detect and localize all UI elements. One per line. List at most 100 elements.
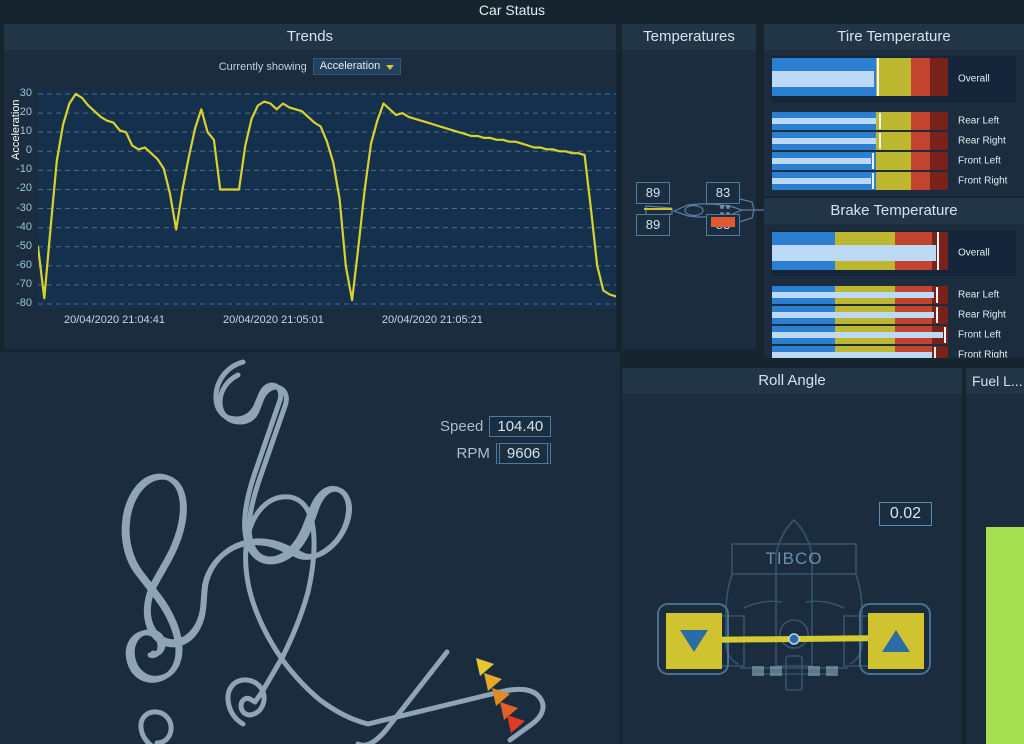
y-tick-label: -70 — [0, 278, 32, 290]
roll-angle-indicator — [644, 588, 944, 698]
measure-bar — [772, 71, 874, 87]
measure-bar — [772, 332, 943, 338]
bullet-row: Overall — [772, 230, 1016, 276]
band-segment — [876, 172, 911, 190]
band-segment — [911, 152, 930, 170]
fuel-level-body — [966, 394, 1024, 744]
brake-temperature-panel: Brake Temperature Overall Rear Left Rear R… — [764, 198, 1024, 358]
chart-plot-area — [38, 90, 616, 308]
brake-temperature-title: Brake Temperature — [764, 198, 1024, 224]
trends-controls: Currently showing Acceleration — [4, 58, 616, 75]
track-map-panel[interactable]: Speed 104.40 RPM 9606 — [0, 352, 620, 744]
target-marker — [944, 327, 946, 343]
temperature-value: 89 — [646, 217, 660, 232]
y-tick-label: -60 — [0, 259, 32, 271]
temperatures-title: Temperatures — [622, 24, 756, 50]
measure-bar — [772, 158, 871, 164]
y-tick-label: -20 — [0, 182, 32, 194]
trends-body: Currently showing Acceleration Accelerat… — [4, 50, 616, 350]
temperature-readout-front-right: 83 — [706, 182, 740, 204]
speed-label: Speed — [440, 418, 483, 435]
tire-temperature-body: Overall Rear Left Rear Right Front Left Fron… — [764, 50, 1024, 196]
x-tick-label: 20/04/2020 21:05:01 — [223, 314, 324, 326]
temperature-value: 83 — [716, 185, 730, 200]
metric-dropdown[interactable]: Acceleration — [313, 58, 402, 75]
bullet-row: Front Left — [772, 152, 1016, 170]
y-tick-label: 10 — [0, 125, 32, 137]
bullet-row: Rear Right — [772, 132, 1016, 150]
bullet-label: Rear Right — [958, 136, 1006, 147]
rpm-value: 9606 — [496, 443, 551, 464]
trends-chart[interactable]: Acceleration 3020100-10-20-30-40-50-60-7… — [38, 90, 616, 340]
bullet-label: Rear Left — [958, 116, 999, 127]
trends-title: Trends — [4, 24, 616, 50]
band-segment — [911, 172, 930, 190]
measure-bar — [772, 118, 876, 124]
page-title: Car Status — [0, 0, 1024, 22]
temperature-alert-overlay — [711, 217, 735, 227]
bullet-row: Front Right — [772, 172, 1016, 190]
bullet-row: Rear Left — [772, 286, 1016, 304]
y-tick-label: 30 — [0, 87, 32, 99]
bullet-row: Overall — [772, 56, 1016, 102]
y-tick-label: -10 — [0, 163, 32, 175]
temperature-readout-front-left: 89 — [636, 182, 670, 204]
target-marker — [872, 153, 874, 169]
speed-rpm-readouts: Speed 104.40 RPM 9606 — [440, 416, 551, 470]
target-marker — [879, 133, 881, 149]
bullet-label: Front Right — [958, 350, 1007, 359]
x-tick-label: 20/04/2020 21:04:41 — [64, 314, 165, 326]
bullet-label: Overall — [958, 248, 990, 259]
car-position-arrows-icon — [440, 640, 560, 744]
bullet-label: Front Right — [958, 176, 1007, 187]
y-tick-label: 20 — [0, 106, 32, 118]
y-tick-label: -30 — [0, 202, 32, 214]
band-segment — [930, 152, 948, 170]
target-marker — [877, 58, 879, 96]
target-marker — [879, 113, 881, 129]
bullet-label: Front Left — [958, 330, 1001, 341]
target-marker — [937, 232, 939, 270]
target-marker — [872, 173, 874, 189]
chevron-down-icon — [386, 65, 394, 70]
temperature-readout-rear-left: 89 — [636, 214, 670, 236]
fuel-level-panel: Fuel L... — [966, 368, 1024, 744]
roll-angle-panel: Roll Angle 0.02 — [622, 368, 962, 744]
measure-bar — [772, 245, 936, 261]
band-segment — [911, 58, 930, 96]
bullet-label: Rear Left — [958, 290, 999, 301]
band-segment — [930, 58, 948, 96]
band-segment — [932, 286, 948, 304]
brake-temperature-body: Overall Rear Left Rear Right Front Left Fron… — [764, 224, 1024, 358]
band-segment — [932, 306, 948, 324]
rpm-row: RPM 9606 — [440, 443, 551, 464]
speed-value: 104.40 — [489, 416, 551, 437]
bullet-row: Front Right — [772, 346, 1016, 358]
tire-temperature-title: Tire Temperature — [764, 24, 1024, 50]
band-segment — [911, 112, 930, 130]
bullet-label: Rear Right — [958, 310, 1006, 321]
rpm-label: RPM — [457, 445, 490, 462]
measure-bar — [772, 352, 932, 358]
trends-panel: Trends Currently showing Acceleration Ac… — [4, 24, 616, 350]
brand-label: TIBCO — [766, 549, 823, 568]
bullet-row: Rear Left — [772, 112, 1016, 130]
dropdown-value: Acceleration — [320, 60, 381, 72]
band-segment — [930, 132, 948, 150]
bullet-row: Front Left — [772, 326, 1016, 344]
band-segment — [930, 172, 948, 190]
x-tick-label: 20/04/2020 21:05:21 — [382, 314, 483, 326]
temperature-readout-rear-right: 83 — [706, 214, 740, 236]
fuel-level-title: Fuel L... — [966, 368, 1024, 394]
band-segment — [876, 58, 911, 96]
target-marker — [934, 347, 936, 358]
band-segment — [911, 132, 930, 150]
y-tick-label: -80 — [0, 297, 32, 309]
temperature-value: 89 — [646, 185, 660, 200]
measure-bar — [772, 292, 934, 298]
target-marker — [936, 287, 938, 303]
bullet-label: Overall — [958, 74, 990, 85]
roll-angle-body: 0.02 TIBCO — [622, 394, 962, 744]
roll-angle-title: Roll Angle — [622, 368, 962, 394]
fuel-level-bar — [986, 527, 1024, 744]
